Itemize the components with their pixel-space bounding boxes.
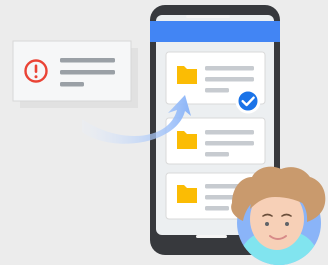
file-card-2 (165, 117, 266, 165)
notification-line-2 (60, 70, 115, 75)
file-transfer-illustration (0, 0, 328, 265)
speaker (186, 15, 230, 18)
check-circle-icon (235, 88, 261, 114)
app-bar (150, 21, 280, 42)
notification-line-1 (60, 58, 115, 63)
notification-line-3 (60, 82, 84, 87)
illustration-stage (0, 0, 328, 265)
home-indicator (196, 235, 227, 238)
notification-card (12, 40, 138, 108)
